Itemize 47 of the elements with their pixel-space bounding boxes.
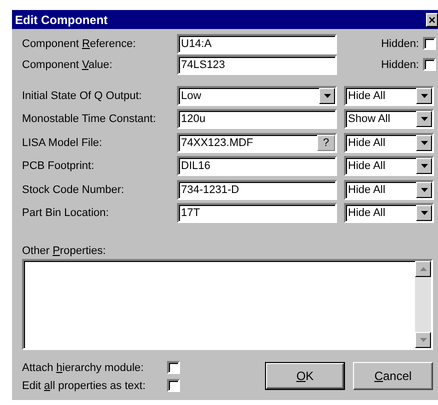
dropdown[interactable]: Hide All: [344, 203, 434, 224]
help-button[interactable]: ?: [317, 134, 335, 151]
field-label: LISA Model File:: [22, 136, 104, 149]
input-field[interactable]: 734-1231-D: [177, 180, 337, 200]
dropdown-arrow-icon: [324, 94, 330, 98]
input-field[interactable]: U14:A: [177, 34, 337, 54]
window-title: Edit Component: [15, 12, 108, 26]
close-button[interactable]: ×: [426, 12, 438, 26]
dropdown[interactable]: Hide All: [344, 132, 434, 153]
dropdown-arrow-icon: [420, 164, 428, 168]
input-field[interactable]: 74LS123: [177, 54, 337, 74]
dropdown[interactable]: Hide All: [344, 86, 434, 106]
field-label: PCB Footprint:: [22, 160, 96, 172]
field-label: Initial State Of Q Output:: [22, 90, 143, 102]
dropdown[interactable]: Low: [177, 86, 337, 106]
dropdown-arrow-icon: [420, 117, 428, 122]
input-field[interactable]: 74XX123.MDF ?: [177, 132, 337, 153]
scroll-up-icon: [420, 267, 426, 271]
hidden-label: Hidden:: [381, 38, 419, 50]
input-field[interactable]: 120u: [177, 109, 337, 130]
dropdown-arrow-icon: [420, 211, 428, 216]
field-label: Monostable Time Constant:: [22, 113, 157, 126]
text-area[interactable]: [22, 259, 433, 350]
field-label: Component Value:: [22, 58, 114, 70]
field-label: Component Reference:: [22, 38, 137, 50]
checkbox[interactable]: [423, 58, 436, 71]
scrollbar[interactable]: [415, 261, 431, 348]
dropdown-arrow-icon: [420, 188, 428, 192]
field-label: Stock Code Number:: [22, 184, 126, 196]
field-label: Part Bin Location:: [22, 207, 110, 220]
input-field[interactable]: 17T: [177, 203, 337, 224]
dropdown[interactable]: Hide All: [344, 180, 434, 200]
dropdown-arrow-icon: [420, 94, 428, 98]
scroll-down-icon: [420, 338, 426, 342]
checkbox[interactable]: [423, 37, 436, 50]
dropdown-arrow-icon: [420, 140, 428, 145]
checkbox[interactable]: [167, 361, 180, 374]
cancel-button[interactable]: Cancel: [353, 362, 433, 390]
option-label: Attach hierarchy module:: [22, 362, 145, 374]
option-label: Edit all properties as text:: [22, 380, 147, 392]
checkbox[interactable]: [167, 379, 180, 392]
field-label: Other Properties:: [22, 245, 107, 257]
ok-button[interactable]: OK: [265, 362, 345, 390]
dropdown[interactable]: Hide All: [344, 156, 434, 176]
dropdown[interactable]: Show All: [344, 109, 434, 130]
hidden-label: Hidden:: [381, 58, 419, 70]
input-field[interactable]: DIL16: [177, 156, 337, 176]
